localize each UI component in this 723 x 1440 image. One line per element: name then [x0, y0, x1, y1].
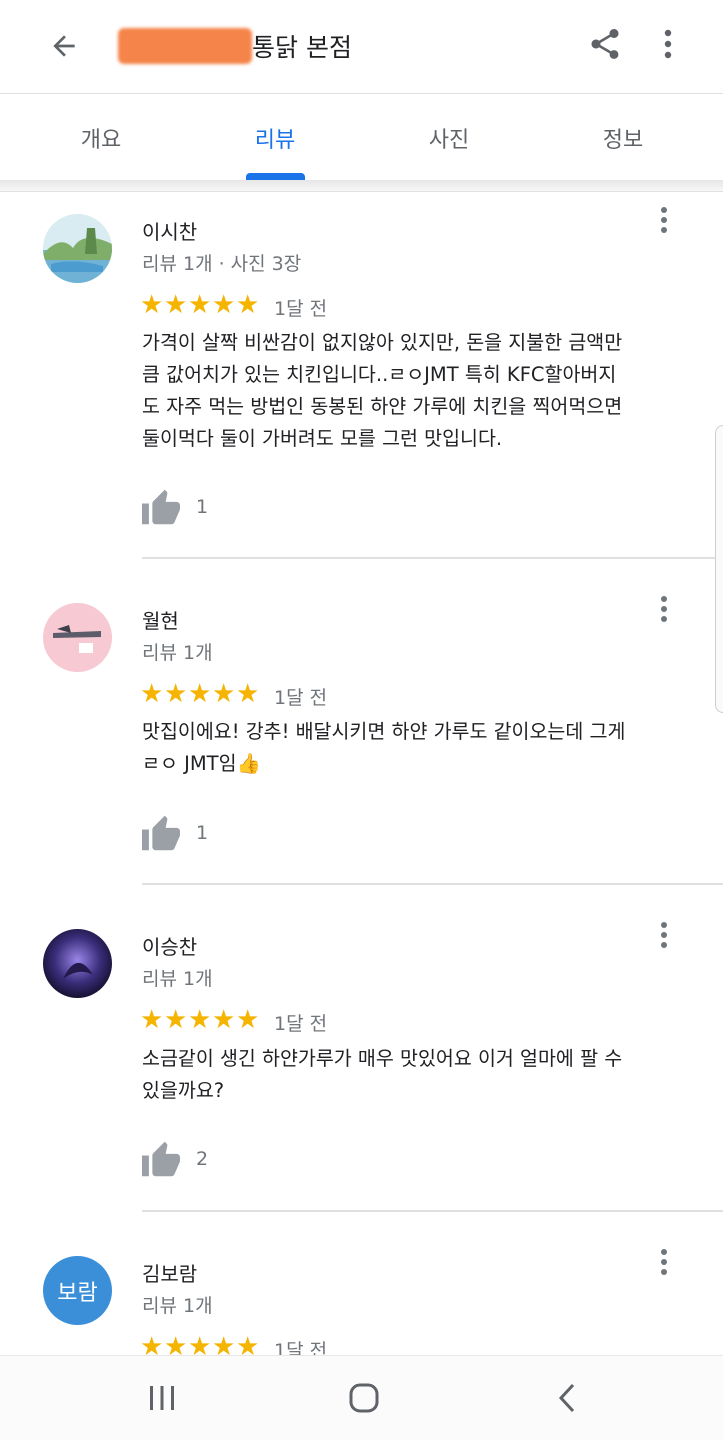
review-divider [142, 883, 723, 885]
star-icon: ★ [212, 679, 236, 709]
thumb-up-icon [142, 815, 180, 851]
star-rating: ★ ★ ★ ★ ★ [140, 1007, 260, 1033]
star-icon: ★ [164, 290, 188, 320]
thumb-up-icon [142, 489, 180, 525]
place-title: 통닭 본점 [118, 26, 352, 66]
like-button[interactable]: 1 [140, 814, 208, 852]
app-bar: 통닭 본점 [0, 0, 723, 94]
review-text-line: 맛집이에요! 강추! 배달시키면 하얀 가루도 같이오는데 그게 [142, 720, 626, 743]
reviewer-name[interactable]: 이승찬 [142, 931, 197, 960]
like-count: 2 [196, 1148, 209, 1170]
tab-overview[interactable]: 개요 [11, 95, 191, 180]
star-icon: ★ [236, 1005, 260, 1035]
reviewer-meta: 리뷰 1개 [142, 968, 213, 990]
nav-back-icon [558, 1383, 575, 1413]
tab-photos[interactable]: 사진 [359, 95, 539, 180]
review-divider [142, 1210, 723, 1212]
star-icon: ★ [188, 679, 212, 709]
star-icon: ★ [140, 1005, 164, 1035]
arrow-back-icon [53, 35, 75, 57]
thumb-up-icon [142, 1141, 180, 1177]
back-button[interactable] [40, 22, 88, 70]
reviewer-name[interactable]: 이시찬 [142, 216, 197, 245]
like-button[interactable]: 1 [140, 488, 208, 526]
tab-info[interactable]: 정보 [533, 95, 713, 180]
review-text: 가격이 살짝 비싼감이 없지않아 있지만, 돈을 지불한 금액만 큼 값어치가 … [142, 327, 687, 455]
like-count: 1 [196, 496, 209, 518]
review-text: 소금같이 생긴 하얀가루가 매우 맛있어요 이거 얼마에 팔 수 있을까요? [142, 1043, 687, 1107]
review-text-line: 큼 값어치가 있는 치킨입니다..ㄹㅇJMT 특히 KFC할아버지 [142, 363, 617, 386]
review-date: 1달 전 [274, 1013, 328, 1035]
avatar-initials: 보람 [57, 1280, 98, 1306]
avatar[interactable] [43, 929, 112, 998]
star-icon: ★ [236, 290, 260, 320]
star-icon: ★ [164, 1005, 188, 1035]
more-vert-icon [664, 29, 672, 59]
reviewer-name[interactable]: 월현 [142, 605, 179, 634]
place-title-text: 통닭 본점 [252, 33, 352, 62]
system-nav-bar [0, 1355, 723, 1440]
review-text-line: 가격이 살짝 비싼감이 없지않아 있지만, 돈을 지불한 금액만 [142, 331, 623, 354]
more-options-button[interactable] [650, 22, 686, 66]
reviewer-name[interactable]: 김보람 [142, 1258, 197, 1287]
system-back-button[interactable] [537, 1368, 597, 1428]
tab-bar: 개요 리뷰 사진 정보 [0, 95, 723, 180]
recents-button[interactable] [132, 1368, 192, 1428]
star-icon: ★ [236, 679, 260, 709]
review-date: 1달 전 [274, 687, 328, 709]
review-more-button[interactable] [652, 1246, 676, 1278]
star-icon: ★ [188, 1005, 212, 1035]
review-text-line: 있을까요? [142, 1079, 225, 1102]
share-button[interactable] [583, 22, 627, 66]
review-divider [142, 557, 723, 559]
avatar[interactable] [43, 603, 112, 672]
avatar[interactable] [43, 214, 112, 283]
star-icon: ★ [212, 290, 236, 320]
home-icon [349, 1383, 379, 1413]
review-more-button[interactable] [652, 204, 676, 236]
star-icon: ★ [140, 679, 164, 709]
review-text-line: ㄹㅇ JMT임👍 [142, 752, 261, 775]
star-icon: ★ [164, 679, 188, 709]
active-tab-indicator [246, 173, 305, 180]
star-icon: ★ [140, 290, 164, 320]
review-text-line: 둘이먹다 둘이 가버려도 모를 그런 맛입니다. [142, 427, 503, 450]
redaction-mark [118, 28, 252, 64]
review-text: 맛집이에요! 강추! 배달시키면 하얀 가루도 같이오는데 그게 ㄹㅇ JMT임… [142, 716, 687, 780]
recents-icon [150, 1386, 174, 1410]
tab-reviews[interactable]: 리뷰 [185, 95, 365, 180]
star-icon: ★ [212, 1005, 236, 1035]
edge-panel-handle[interactable] [715, 425, 723, 713]
reviewer-meta: 리뷰 1개 [142, 642, 213, 664]
home-button[interactable] [334, 1368, 394, 1428]
review-text-line: 소금같이 생긴 하얀가루가 매우 맛있어요 이거 얼마에 팔 수 [142, 1047, 623, 1070]
tabs-divider [0, 180, 723, 192]
review-text-line: 도 자주 먹는 방법인 동봉된 하얀 가루에 치킨을 찍어먹으면 [142, 395, 623, 418]
review-more-button[interactable] [652, 919, 676, 951]
like-button[interactable]: 2 [140, 1140, 208, 1178]
share-icon [591, 29, 619, 59]
reviewer-meta: 리뷰 1개 · 사진 3장 [142, 253, 302, 275]
like-count: 1 [196, 822, 209, 844]
star-icon: ★ [188, 290, 212, 320]
star-rating: ★ ★ ★ ★ ★ [140, 292, 260, 318]
review-date: 1달 전 [274, 298, 328, 320]
avatar[interactable]: 보람 [43, 1256, 112, 1325]
review-more-button[interactable] [652, 593, 676, 625]
reviewer-meta: 리뷰 1개 [142, 1295, 213, 1317]
star-rating: ★ ★ ★ ★ ★ [140, 681, 260, 707]
